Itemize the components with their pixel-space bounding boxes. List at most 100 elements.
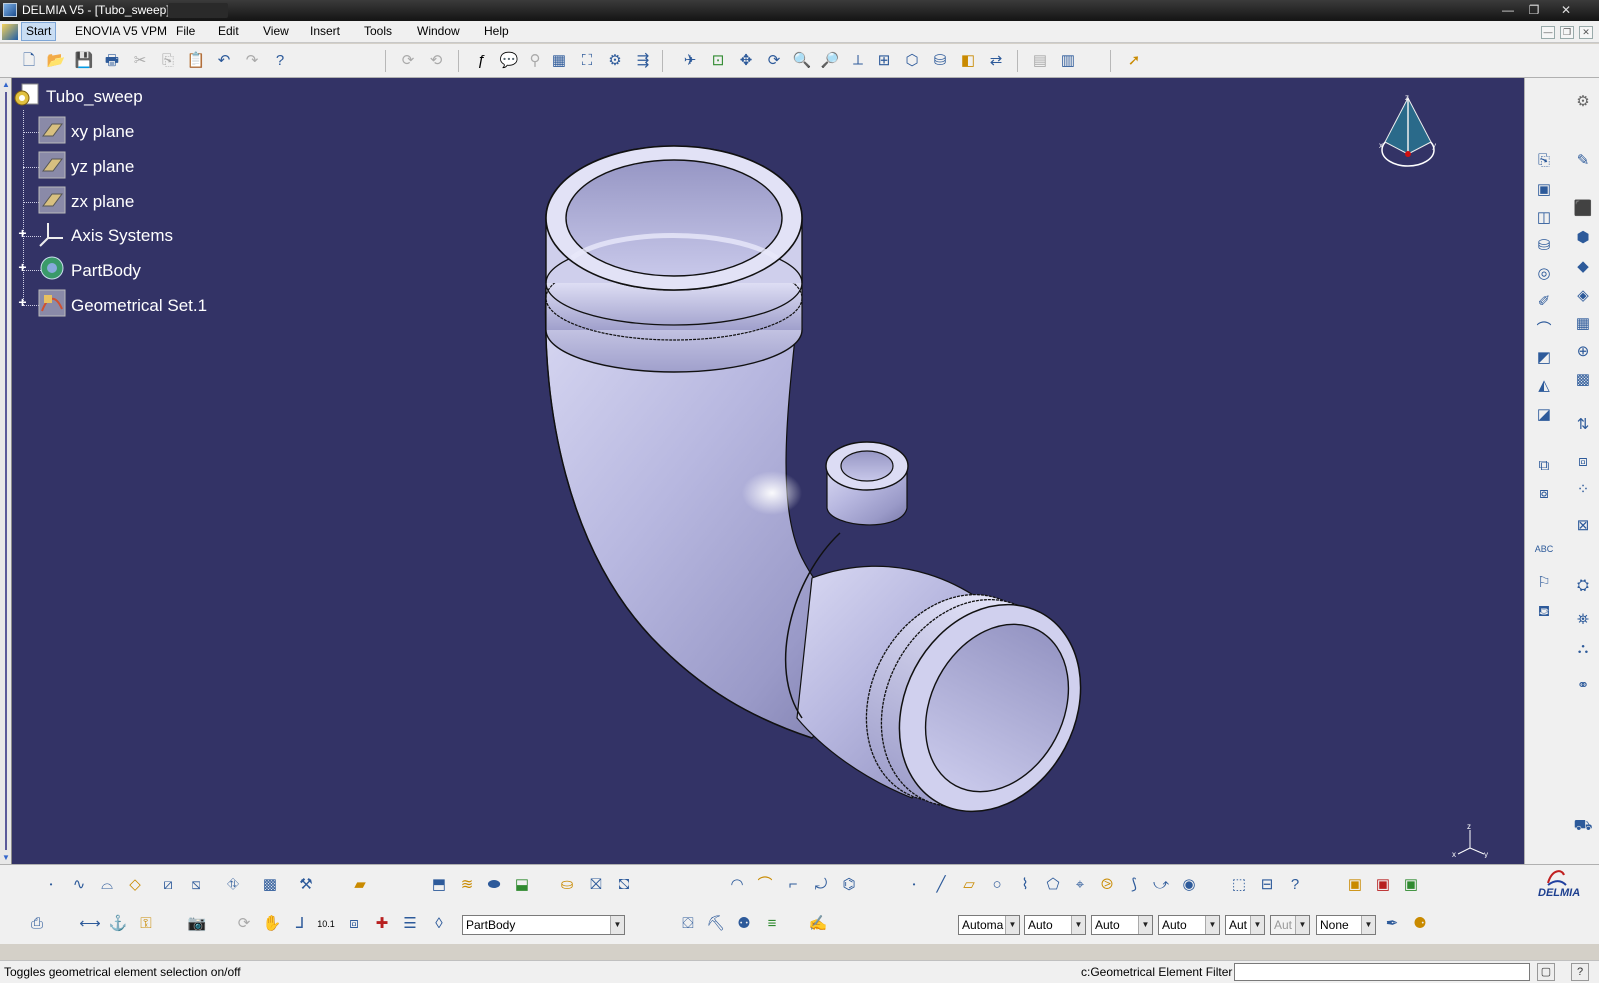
axis-system-icon[interactable]	[38, 220, 66, 248]
table-icon[interactable]: ▥	[1057, 50, 1079, 72]
undo-icon[interactable]: ↶	[213, 50, 235, 72]
projection-icon[interactable]: ⌬	[838, 874, 860, 896]
whats-this-icon[interactable]: ?	[269, 50, 291, 72]
surface-icon[interactable]: ▰	[349, 874, 371, 896]
plane-icon[interactable]	[38, 186, 66, 214]
menu-help[interactable]: Help	[484, 24, 509, 38]
instantiate-icon[interactable]: ⚭	[1572, 675, 1594, 697]
part-document-icon[interactable]	[12, 82, 44, 112]
text-annotation-icon[interactable]: ABC	[1533, 538, 1555, 560]
multi-view-icon[interactable]: ⊞	[873, 50, 895, 72]
sweep-icon[interactable]: ⬓	[511, 874, 533, 896]
copy-icon[interactable]: ⎘	[157, 50, 179, 72]
assemble-icon[interactable]: ⧇	[1533, 483, 1555, 505]
conic-icon[interactable]: ⌒	[754, 874, 776, 896]
sweep-surface-icon[interactable]: ⧁	[1096, 874, 1118, 896]
pocket-icon[interactable]: ◫	[1533, 207, 1555, 229]
fit-all-icon[interactable]: ⊡	[707, 50, 729, 72]
comment-icon[interactable]: 💬	[498, 50, 520, 72]
line-weight-combo[interactable]: Auto ▼	[1091, 915, 1153, 935]
chevron-down-icon[interactable]: ▼	[1005, 916, 1019, 934]
shaft-icon[interactable]: ⬢	[1572, 227, 1594, 249]
expand-icon[interactable]: +	[17, 260, 28, 274]
plane-icon[interactable]	[38, 151, 66, 179]
mdi-close-button[interactable]: ✕	[1579, 26, 1593, 39]
color-combo[interactable]: Automa ▼	[958, 915, 1020, 935]
formula-icon[interactable]: ƒ	[470, 50, 492, 72]
law-icon[interactable]: ⛶	[576, 50, 598, 72]
help-pointer-icon[interactable]: ?	[1284, 874, 1306, 896]
measure-inertia-icon[interactable]: ⛯	[1572, 609, 1594, 631]
capture-icon[interactable]: 📷	[186, 913, 208, 935]
helix-icon[interactable]: ⌇	[1014, 874, 1036, 896]
anchor-icon[interactable]: ⚓	[107, 913, 129, 935]
command-input[interactable]	[1234, 963, 1530, 981]
normal-view-icon[interactable]: ⟂	[847, 50, 869, 72]
map-icon[interactable]: ⛏	[705, 913, 727, 935]
connect-checker-icon[interactable]: ⊟	[1256, 874, 1278, 896]
shading-icon[interactable]: ⛁	[929, 50, 951, 72]
plane-icon[interactable]	[38, 116, 66, 144]
tree-item-yz-plane[interactable]: yz plane	[71, 157, 134, 177]
user-feature-icon[interactable]: ▣	[1400, 874, 1422, 896]
multi-output-icon[interactable]: ⌖	[1069, 874, 1091, 896]
cancel-command-icon[interactable]: ▢	[1537, 963, 1555, 981]
connect-curve-icon[interactable]: ⤾	[810, 874, 832, 896]
mirror-icon[interactable]: ⧈	[1572, 451, 1594, 473]
shell-icon[interactable]: ▩	[1572, 369, 1594, 391]
sketch-icon[interactable]: ✎	[1572, 150, 1594, 172]
fill-icon[interactable]: ◇	[124, 874, 146, 896]
menu-file[interactable]: File	[176, 24, 195, 38]
menu-start[interactable]: Start	[21, 22, 57, 41]
update-icon[interactable]: ⟳	[397, 50, 419, 72]
edge-fillet-icon[interactable]: ⌒	[1533, 319, 1555, 341]
scroll-down-icon[interactable]: ▼	[2, 853, 10, 862]
cylinder-icon[interactable]: ⛀	[556, 874, 578, 896]
stiffener-icon[interactable]: ✐	[1533, 291, 1555, 313]
select-arrow-icon[interactable]: ➚	[1123, 50, 1145, 72]
save-icon[interactable]: 💾	[73, 50, 95, 72]
extrude-surface-icon[interactable]: ⌓	[96, 874, 118, 896]
start-icon[interactable]	[2, 24, 18, 40]
define-work-object-icon[interactable]: ◊	[428, 913, 450, 935]
tree-item-zx-plane[interactable]: zx plane	[71, 192, 134, 212]
list-icon[interactable]: ☰	[399, 913, 421, 935]
plane-tool-icon[interactable]: ▱	[958, 874, 980, 896]
tree-item-xy-plane[interactable]: xy plane	[71, 122, 134, 142]
extract-icon[interactable]: ▩	[259, 874, 281, 896]
spiral-icon[interactable]: ◉	[1178, 874, 1200, 896]
painter-icon[interactable]: ✒	[1381, 913, 1403, 935]
tree-root-label[interactable]: Tubo_sweep	[46, 87, 143, 107]
minimize-button[interactable]: —	[1497, 2, 1519, 18]
paste-icon[interactable]: 📋	[185, 50, 207, 72]
3d-viewport[interactable]: Tubo_sweep xy plane yz plane zx plane +	[12, 78, 1524, 864]
point-2-icon[interactable]: •	[903, 874, 925, 896]
join-icon[interactable]: ⧄	[157, 874, 179, 896]
top-bore[interactable]	[565, 159, 783, 277]
body-select-dropdown[interactable]: PartBody ▼	[462, 915, 625, 935]
print-view-icon[interactable]: ⎙	[26, 913, 48, 935]
tree-item-partbody[interactable]: PartBody	[71, 261, 141, 281]
grid-snap-icon[interactable]: 10.1	[315, 913, 337, 935]
analysis-icon[interactable]: ⛬	[1572, 638, 1594, 660]
mdi-restore-button[interactable]: ❐	[1560, 26, 1574, 39]
close-button[interactable]: ✕	[1549, 2, 1583, 18]
circle-arc-icon[interactable]: ◠	[726, 874, 748, 896]
menu-enovia[interactable]: ENOVIA V5 VPM	[75, 24, 167, 38]
close-surface-icon[interactable]: ⛝	[585, 874, 607, 896]
chevron-down-icon[interactable]: ▼	[1250, 916, 1264, 934]
partbody-icon[interactable]	[38, 254, 66, 282]
expand-icon[interactable]: +	[17, 226, 28, 240]
new-icon[interactable]: 🗋	[18, 50, 40, 72]
analysis-tool-icon[interactable]: ⬚	[1228, 874, 1250, 896]
menu-edit[interactable]: Edit	[218, 24, 239, 38]
boss-bore[interactable]	[840, 450, 894, 482]
iso-view-icon[interactable]: ⬡	[901, 50, 923, 72]
flag-note-icon[interactable]: ⚐	[1533, 572, 1555, 594]
expand-icon[interactable]: +	[17, 295, 28, 309]
point-icon[interactable]: •	[40, 874, 62, 896]
chevron-down-icon[interactable]: ▼	[1361, 916, 1375, 934]
powercopy-icon[interactable]: ▣	[1372, 874, 1394, 896]
menu-view[interactable]: View	[263, 24, 289, 38]
transform-icon[interactable]: ⛗	[222, 874, 244, 896]
